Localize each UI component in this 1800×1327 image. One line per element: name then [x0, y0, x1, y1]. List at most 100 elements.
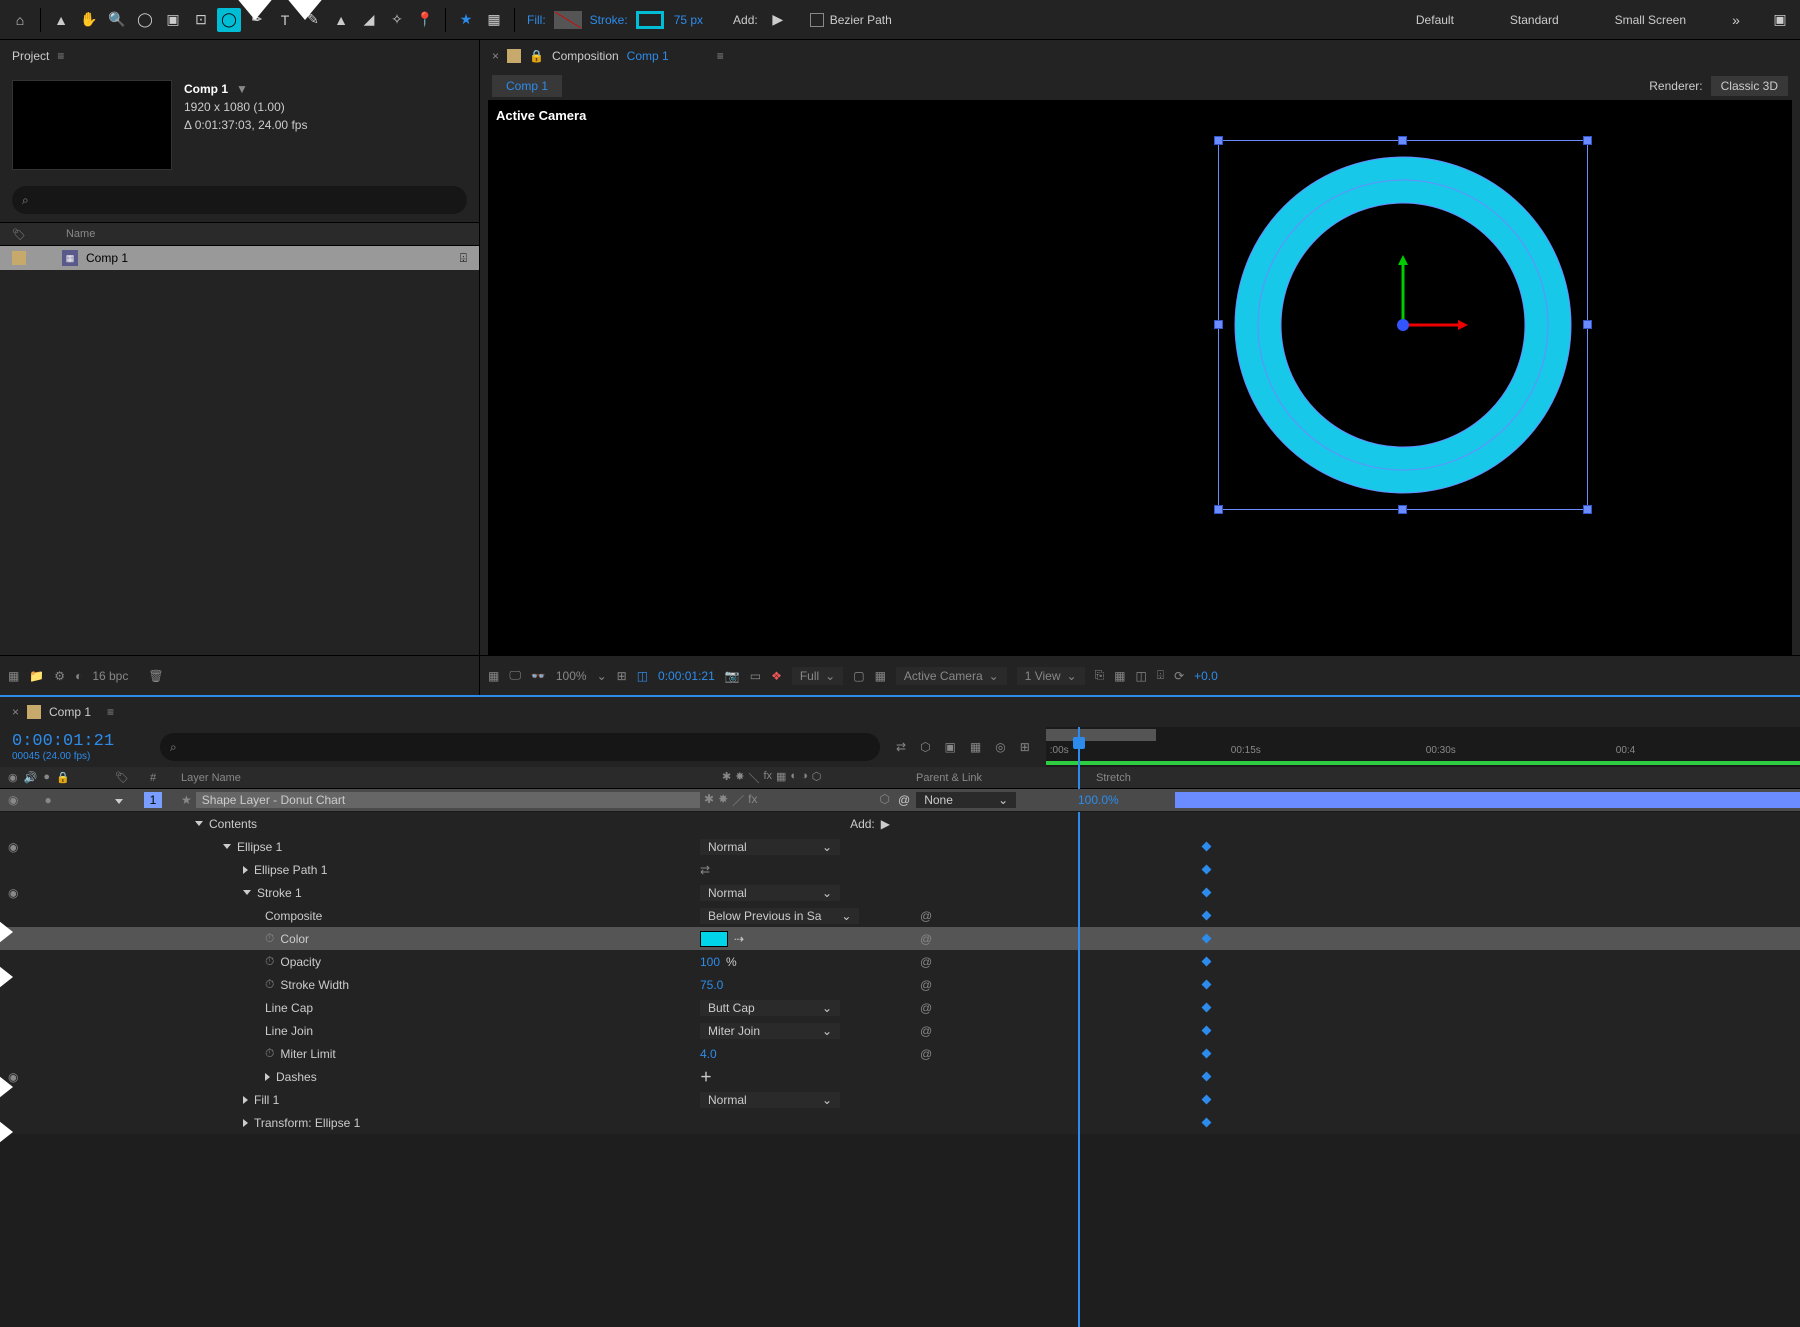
blend-mode-dropdown[interactable]: Normal⌄ [700, 1092, 840, 1108]
panel-menu-icon[interactable]: ≡ [717, 49, 724, 63]
mb-icon[interactable]: ◎ [995, 740, 1005, 754]
comp-mini-icon[interactable]: ⇄ [896, 740, 906, 754]
workspace-default[interactable]: Default [1416, 13, 1454, 27]
work-area[interactable] [1046, 729, 1156, 741]
twirl-right-icon[interactable] [243, 866, 248, 874]
bpc-toggle[interactable]: ◐ [75, 669, 82, 683]
project-item-row[interactable]: ▦ Comp 1 ⌹ [0, 246, 479, 270]
stroke-width-value[interactable]: 75.0 [700, 978, 723, 992]
layer-row[interactable]: ◉● 1 ★Shape Layer - Donut Chart ✱✸／fx⬡ @… [0, 789, 1800, 812]
prop-line-cap[interactable]: Line Cap Butt Cap⌄ @ [0, 996, 1800, 1019]
bbox-handle[interactable] [1583, 136, 1592, 145]
line-cap-dropdown[interactable]: Butt Cap⌄ [700, 1000, 840, 1016]
safe-zones-icon[interactable]: ◫ [637, 669, 648, 683]
comp-settings-icon[interactable]: ⚙ [54, 669, 65, 683]
time-ruler[interactable]: :00s 00:15s 00:30s 00:4 [1046, 727, 1800, 767]
bbox-handle[interactable] [1398, 505, 1407, 514]
prop-ellipse1[interactable]: ◉ Ellipse 1 Normal⌄ [0, 835, 1800, 858]
fill-swatch[interactable] [554, 11, 582, 29]
chevron-down-icon[interactable]: ⌄ [597, 669, 607, 683]
bezier-checkbox[interactable] [810, 13, 824, 27]
bbox-handle[interactable] [1398, 136, 1407, 145]
add-play-icon[interactable]: ▶ [881, 817, 890, 831]
views-dropdown[interactable]: 1 View⌄ [1017, 667, 1085, 685]
graph-icon[interactable]: ⊞ [1020, 740, 1030, 754]
expression-spiral-icon[interactable]: @ [920, 932, 932, 946]
view-opt-icon[interactable]: ⌹ [1157, 668, 1164, 683]
overflow-icon[interactable]: » [1724, 8, 1748, 32]
composition-viewport[interactable]: Active Camera [488, 100, 1792, 655]
expression-spiral-icon[interactable]: @ [920, 1047, 932, 1061]
exposure-value[interactable]: +0.0 [1194, 669, 1218, 683]
prop-fill1[interactable]: Fill 1 Normal⌄ [0, 1088, 1800, 1111]
stopwatch-icon[interactable]: ⏱ [265, 1046, 274, 1061]
twirl-right-icon[interactable] [265, 1073, 270, 1081]
alpha-icon[interactable]: ▦ [488, 669, 499, 683]
view-opt-icon[interactable]: ⎘ [1095, 668, 1105, 683]
blend-mode-dropdown[interactable]: Normal⌄ [700, 839, 840, 855]
prop-transform-ellipse[interactable]: Transform: Ellipse 1 [0, 1111, 1800, 1134]
bpc-value[interactable]: 16 bpc [92, 669, 128, 683]
solo-col-icon[interactable]: ● [43, 771, 50, 784]
line-join-dropdown[interactable]: Miter Join⌄ [700, 1023, 840, 1039]
bounding-box[interactable] [1218, 140, 1588, 510]
project-search[interactable]: ⌕ [12, 186, 467, 214]
stretch-value[interactable]: 100.0% [1070, 793, 1175, 807]
twirl-down-icon[interactable] [223, 844, 231, 849]
zoom-value[interactable]: 100% [556, 669, 587, 683]
opacity-value[interactable]: 100 [700, 955, 720, 969]
color-swatch[interactable] [700, 931, 728, 947]
bbox-handle[interactable] [1583, 505, 1592, 514]
expression-spiral-icon[interactable]: @ [920, 955, 932, 969]
eye-icon[interactable]: ◉ [8, 840, 18, 854]
twirl-down-icon[interactable] [243, 890, 251, 895]
bbox-handle[interactable] [1214, 505, 1223, 514]
refresh-icon[interactable]: ⟳ [1174, 669, 1184, 683]
stopwatch-icon[interactable]: ⏱ [265, 931, 274, 946]
name-column-header[interactable]: Name [66, 228, 95, 240]
stamp-tool-icon[interactable]: ▲ [329, 8, 353, 32]
composition-name[interactable]: Comp 1 [627, 49, 669, 63]
prop-stroke-width[interactable]: ⏱Stroke Width 75.0 @ [0, 973, 1800, 996]
eye-icon[interactable]: ◉ [8, 886, 18, 900]
pan-behind-tool-icon[interactable]: ⊡ [189, 8, 213, 32]
blend-mode-dropdown[interactable]: Normal⌄ [700, 885, 840, 901]
pickwhip-icon[interactable]: @ [898, 793, 910, 807]
prop-contents[interactable]: Contents Add:▶ [0, 812, 1800, 835]
timeline-tab-name[interactable]: Comp 1 [49, 705, 91, 719]
folder-icon[interactable]: 📁 [29, 669, 44, 683]
panel-toggle-icon[interactable]: ▣ [1768, 8, 1792, 32]
close-tab-icon[interactable]: × [492, 49, 499, 63]
stopwatch-icon[interactable]: ⏱ [265, 954, 274, 969]
snapshot-icon[interactable]: 📷 [725, 669, 740, 683]
roi-icon[interactable]: ▢ [853, 669, 864, 683]
expression-spiral-icon[interactable]: @ [920, 909, 932, 923]
prop-dashes[interactable]: ◉ Dashes ＋ [0, 1065, 1800, 1088]
home-icon[interactable]: ⌂ [8, 8, 32, 32]
star-icon[interactable]: ★ [454, 8, 478, 32]
audio-col-icon[interactable]: 🔊 [24, 771, 38, 784]
layer-duration-bar[interactable] [1175, 792, 1800, 808]
twirl-right-icon[interactable] [243, 1096, 248, 1104]
bbox-handle[interactable] [1583, 320, 1592, 329]
prop-color[interactable]: ⏱Color ⇢ @ [0, 927, 1800, 950]
bbox-handle[interactable] [1214, 320, 1223, 329]
prop-opacity[interactable]: ⏱Opacity 100% @ [0, 950, 1800, 973]
eye-icon[interactable]: ◉ [8, 793, 18, 807]
workspace-standard[interactable]: Standard [1510, 13, 1559, 27]
twirl-down-icon[interactable] [115, 799, 123, 804]
draft-icon[interactable]: ▣ [945, 740, 956, 754]
timeline-search[interactable]: ⌕ [160, 733, 880, 761]
bbox-handle[interactable] [1214, 136, 1223, 145]
expression-spiral-icon[interactable]: @ [920, 978, 932, 992]
prop-ellipse-path[interactable]: Ellipse Path 1 ⇄ [0, 858, 1800, 881]
interpret-icon[interactable]: ▦ [8, 669, 19, 683]
breadcrumb[interactable]: Comp 1 [492, 75, 562, 97]
close-tab-icon[interactable]: × [12, 705, 19, 719]
layer-name[interactable]: Shape Layer - Donut Chart [196, 792, 700, 808]
miter-limit-value[interactable]: 4.0 [700, 1047, 717, 1061]
stroke-swatch[interactable] [636, 11, 664, 29]
expression-spiral-icon[interactable]: @ [920, 1001, 932, 1015]
prop-stroke1[interactable]: ◉ Stroke 1 Normal⌄ [0, 881, 1800, 904]
view-opt-icon[interactable]: ◫ [1136, 669, 1147, 683]
